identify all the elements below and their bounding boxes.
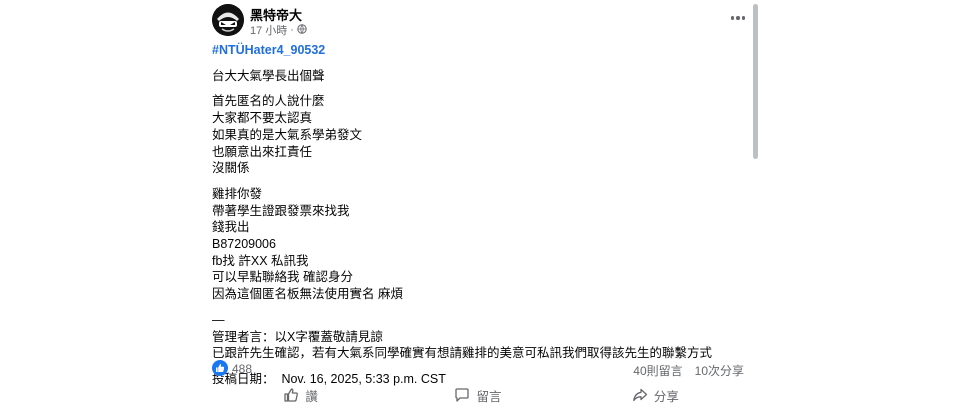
post-text-line: 可以早點聯絡我 確認身分 — [212, 270, 353, 285]
scrollbar[interactable] — [753, 4, 758, 159]
post-paragraph: — 管理者言：以X字覆蓋敬請見諒 已跟許先生確認，若有大氣系同學確實有想請雞排的美意… — [212, 312, 732, 362]
post-time[interactable]: 17 小時 — [250, 22, 287, 38]
post-text-line: 台大大氣學長出個聲 — [212, 68, 325, 83]
post-paragraph: 首先匿名的人說什麼 大家都不要太認真 如果真的是大氣系學弟發文 也願意出來扛責任 沒關係 — [212, 93, 732, 177]
facebook-post: 黑特帝大 17 小時 · #NTÜHater4_90532 台大大氣學長出個聲首… — [200, 0, 758, 413]
like-reaction-icon[interactable] — [212, 360, 228, 376]
post-text-line: 首先匿名的人說什麼 — [212, 94, 325, 109]
like-button-label: 讚 — [305, 389, 318, 404]
comment-icon — [455, 388, 470, 402]
reactions-bar: 488 40則留言 10次分享 — [212, 360, 744, 378]
engagement-stats: 40則留言 10次分享 — [633, 362, 744, 379]
comment-button[interactable]: 留言 — [389, 381, 566, 409]
post-text-line: 管理者言：以X字覆蓋敬請見諒 — [212, 329, 383, 344]
post-paragraph: 雞排你發帶著學生證跟發票來找我 錢我出 B87209006 fb找 許XX 私訊我可以… — [212, 186, 732, 303]
more-options-button[interactable] — [728, 8, 748, 28]
post-text-line: fb找 許XX 私訊我 — [212, 253, 309, 268]
comment-count[interactable]: 40則留言 — [633, 362, 682, 379]
post-text-line: 大家都不要太認真 — [212, 111, 313, 126]
post-text-line: 因為這個匿名板無法使用實名 麻煩 — [212, 287, 403, 302]
post-text-line: B87209006 — [212, 237, 276, 252]
share-count[interactable]: 10次分享 — [695, 362, 744, 379]
post-text-line: 錢我出 — [212, 220, 250, 235]
separator-dot: · — [290, 24, 294, 36]
post-meta: 17 小時 · — [250, 22, 307, 38]
share-button-label: 分享 — [653, 389, 679, 404]
like-count[interactable]: 488 — [232, 362, 252, 376]
post-text-line: — — [212, 312, 225, 327]
post-text-line: 雞排你發 — [212, 186, 263, 201]
thumbs-up-icon — [284, 388, 299, 402]
dot-icon — [730, 16, 735, 20]
share-icon — [632, 388, 647, 402]
post-actions: 讚 留言 分享 — [212, 381, 744, 409]
hashtag-link[interactable]: #NTÜHater4_90532 — [212, 42, 732, 59]
globe-icon — [297, 23, 307, 37]
page-avatar[interactable] — [212, 4, 244, 36]
post-paragraph: 台大大氣學長出個聲 — [212, 68, 732, 85]
post-text-line: 沒關係 — [212, 161, 250, 176]
like-button[interactable]: 讚 — [212, 381, 389, 409]
post-text-line: 也願意出來扛責任 — [212, 144, 313, 159]
dot-icon — [736, 16, 740, 20]
post-body: #NTÜHater4_90532 台大大氣學長出個聲 首先匿名的人說什麼 大家都不要… — [212, 42, 732, 388]
dot-icon — [741, 16, 746, 20]
share-button[interactable]: 分享 — [567, 381, 744, 409]
post-text-line: 如果真的是大氣系學弟發文 — [212, 127, 363, 142]
comment-button-label: 留言 — [476, 389, 502, 404]
post-text-line: 帶著學生證跟發票來找我 — [212, 203, 350, 218]
